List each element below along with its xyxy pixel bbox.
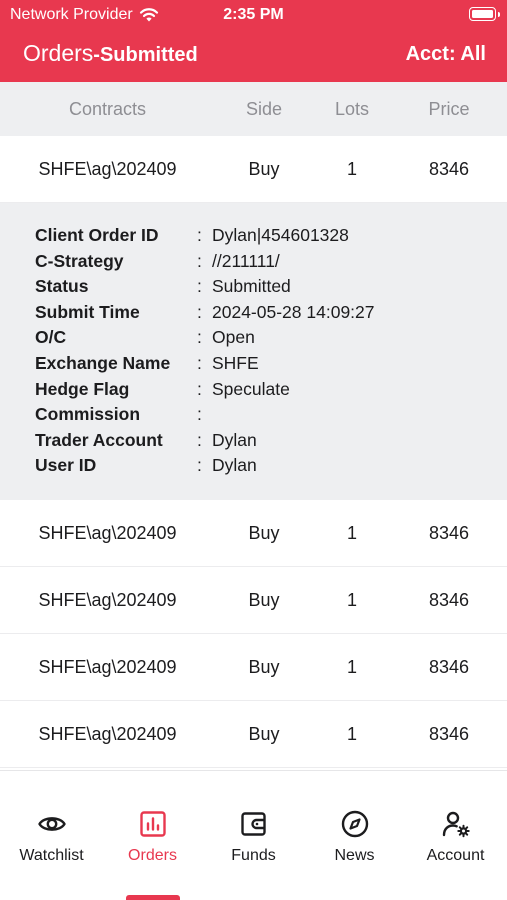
detail-row-open-close: O/C : Open [0,327,507,353]
detail-key: User ID [35,455,97,476]
column-header-contracts: Contracts [68,98,147,119]
detail-colon: : [197,301,202,322]
order-price: 8346 [428,589,470,610]
page-title: Orders -Submitted [23,40,198,67]
status-bar: Network Provider 2:35 PM [0,0,507,32]
order-side: Buy [248,589,280,610]
detail-colon: : [197,353,202,373]
order-row[interactable]: SHFE\ag\202409 Buy 1 8346 [0,567,507,634]
tab-watchlist[interactable]: Watchlist [1,771,102,891]
order-side: Buy [248,723,280,744]
tab-bar: Watchlist Orders Funds News Account [0,770,507,900]
order-price: 8346 [428,656,470,677]
tab-label-funds: Funds [231,847,276,864]
detail-key: Exchange Name [35,353,171,373]
page-title-main: Orders [23,40,94,66]
detail-row-submit-time: Submit Time : 2024-05-28 14:09:27 [0,302,507,328]
order-price: 8346 [428,522,470,543]
order-side: Buy [248,522,280,543]
detail-colon: : [197,327,202,348]
detail-value: SHFE [212,353,259,373]
order-detail-panel: Client Order ID : Dylan|454601328 C-Stra… [0,203,507,500]
tab-label-orders: Orders [128,847,177,864]
detail-value: Dylan [212,455,257,476]
detail-value: Dylan [212,429,257,450]
eye-icon [37,817,66,831]
order-lots: 1 [346,656,357,677]
detail-value: 2024-05-28 14:09:27 [212,301,375,322]
detail-value: //211111/ [212,250,280,271]
detail-row-commission: Commission : [0,404,507,430]
detail-colon: : [197,429,202,450]
wallet-icon [240,812,266,836]
detail-key: O/C [35,327,67,348]
orders-chart-icon [139,811,166,837]
compass-icon [341,810,368,838]
tab-label-watchlist: Watchlist [19,847,84,864]
table-header: Contracts Side Lots Price [0,82,507,136]
order-row[interactable]: SHFE\ag\202409 Buy 1 8346 [0,136,507,203]
order-lots: 1 [346,522,357,543]
detail-row-user-id: User ID : Dylan [0,455,507,481]
page-title-subtitle: -Submitted [93,44,198,66]
detail-value: Submitted [212,276,291,297]
detail-colon: : [197,250,202,271]
order-contract: SHFE\ag\202409 [38,723,177,744]
battery-icon [469,7,500,21]
column-header-side: Side [245,98,283,119]
tab-label-news: News [334,847,375,864]
detail-value: Speculate [212,378,290,399]
column-header-lots: Lots [334,98,370,119]
detail-key: Status [35,276,89,297]
detail-key: C-Strategy [35,250,124,271]
order-side: Buy [248,656,280,677]
order-contract: SHFE\ag\202409 [38,522,177,543]
order-side: Buy [248,158,280,179]
detail-key: Submit Time [35,301,140,322]
tab-orders[interactable]: Orders [102,771,203,891]
active-tab-indicator [126,895,180,900]
tab-news[interactable]: News [304,771,405,891]
detail-colon: : [197,225,202,245]
detail-key: Trader Account [35,429,163,450]
detail-row-hedge-flag: Hedge Flag : Speculate [0,379,507,405]
order-contract: SHFE\ag\202409 [38,656,177,677]
detail-row-status: Status : Submitted [0,276,507,302]
order-price: 8346 [428,158,470,179]
detail-key: Commission [35,404,141,425]
order-lots: 1 [346,723,357,744]
detail-value: Dylan|454601328 [212,225,349,245]
order-lots: 1 [346,158,357,179]
column-header-price: Price [428,98,470,119]
detail-value: Open [212,327,255,348]
detail-colon: : [197,276,202,297]
order-row[interactable]: SHFE\ag\202409 Buy 1 8346 [0,634,507,701]
clock: 2:35 PM [223,6,284,23]
order-lots: 1 [346,589,357,610]
order-contract: SHFE\ag\202409 [38,589,177,610]
detail-colon: : [197,378,202,399]
order-price: 8346 [428,723,470,744]
detail-row-exchange-name: Exchange Name : SHFE [0,353,507,379]
detail-row-c-strategy: C-Strategy : //211111/ [0,251,507,277]
order-contract: SHFE\ag\202409 [38,158,177,179]
detail-colon: : [197,404,202,425]
detail-key: Hedge Flag [35,378,130,399]
top-bar: Network Provider 2:35 PM Orders -Submitt… [0,0,507,82]
detail-row-trader-account: Trader Account : Dylan [0,430,507,456]
account-selector[interactable]: Acct: All [406,43,486,66]
detail-row-client-order-id: Client Order ID : Dylan|454601328 [0,225,507,251]
account-settings-icon [442,811,470,838]
detail-colon: : [197,455,202,476]
tab-funds[interactable]: Funds [203,771,304,891]
order-row[interactable]: SHFE\ag\202409 Buy 1 8346 [0,500,507,567]
order-row[interactable]: SHFE\ag\202409 Buy 1 8346 [0,701,507,768]
tab-account[interactable]: Account [405,771,506,891]
detail-key: Client Order ID [35,225,159,245]
tab-label-account: Account [426,847,485,864]
